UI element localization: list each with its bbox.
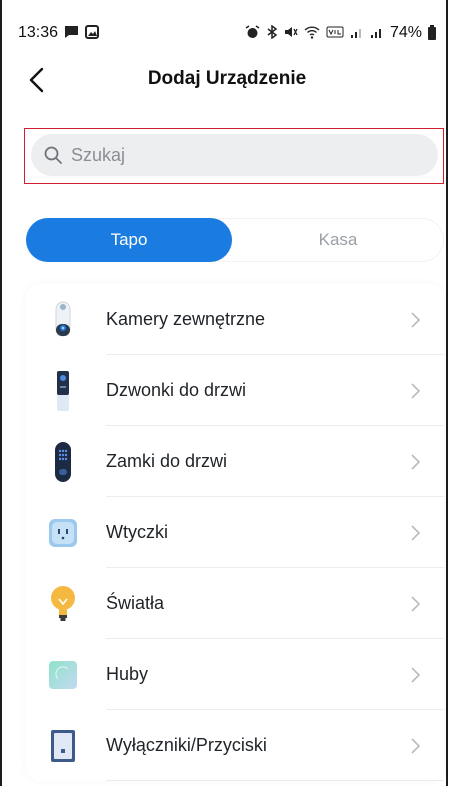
category-label: Wyłączniki/Przyciski bbox=[106, 735, 267, 755]
category-item-kamery[interactable]: Kamery zewnętrzne bbox=[26, 284, 444, 355]
light-bulb-icon bbox=[48, 584, 78, 624]
switch-icon bbox=[48, 726, 78, 766]
brand-tabs: Tapo Kasa bbox=[26, 218, 444, 262]
battery-percent: 74% bbox=[389, 24, 422, 41]
search-bar[interactable] bbox=[31, 134, 438, 176]
category-item-wtyczki[interactable]: Wtyczki bbox=[26, 497, 444, 568]
category-item-zamki[interactable]: Zamki do drzwi bbox=[26, 426, 444, 497]
outdoor-camera-icon bbox=[48, 300, 78, 340]
chevron-right-icon bbox=[411, 453, 421, 470]
search-icon bbox=[44, 146, 62, 164]
chevron-right-icon bbox=[411, 382, 421, 399]
battery-icon bbox=[428, 24, 436, 40]
chevron-right-icon bbox=[411, 666, 421, 683]
chevron-right-icon bbox=[411, 311, 421, 328]
doorbell-icon bbox=[48, 370, 78, 411]
category-label: Kamery zewnętrzne bbox=[106, 309, 266, 329]
chevron-right-icon bbox=[411, 524, 421, 541]
category-label: Wtyczki bbox=[106, 522, 168, 542]
gallery-notification-icon bbox=[85, 24, 100, 42]
category-list: Kamery zewnętrzne Dzwonki do drzwi Zamki… bbox=[26, 284, 444, 781]
tab-tapo[interactable]: Tapo bbox=[26, 218, 232, 262]
tab-kasa[interactable]: Kasa bbox=[232, 218, 444, 262]
search-input[interactable] bbox=[71, 144, 411, 166]
status-left: 13:36 bbox=[18, 24, 100, 42]
status-right: 74% bbox=[245, 24, 436, 42]
app-header: Dodaj Urządzenie bbox=[0, 58, 454, 102]
hub-icon bbox=[48, 655, 78, 695]
signal-1-icon bbox=[350, 25, 364, 42]
wifi-icon bbox=[304, 25, 320, 42]
search-highlight-frame bbox=[24, 128, 444, 184]
category-label: Huby bbox=[106, 664, 149, 684]
category-item-dzwonki[interactable]: Dzwonki do drzwi bbox=[26, 355, 444, 426]
page-title: Dodaj Urządzenie bbox=[147, 68, 307, 89]
door-lock-icon bbox=[48, 441, 78, 482]
row-divider bbox=[106, 780, 444, 781]
chat-notification-icon bbox=[64, 25, 79, 42]
category-item-swiatla[interactable]: Światła bbox=[26, 568, 444, 639]
smart-plug-icon bbox=[48, 513, 78, 553]
category-item-wylaczniki[interactable]: Wyłączniki/Przyciski bbox=[26, 710, 444, 781]
bluetooth-icon bbox=[266, 24, 278, 42]
status-time: 13:36 bbox=[18, 24, 59, 41]
chevron-right-icon bbox=[411, 595, 421, 612]
category-label: Światła bbox=[106, 593, 165, 613]
alarm-icon bbox=[245, 24, 260, 42]
frame-left-edge bbox=[0, 0, 2, 786]
mute-icon bbox=[284, 25, 298, 42]
category-label: Zamki do drzwi bbox=[106, 451, 228, 471]
category-item-huby[interactable]: Huby bbox=[26, 639, 444, 710]
chevron-right-icon bbox=[411, 737, 421, 754]
status-bar: 13:36 74% bbox=[18, 22, 436, 44]
frame-right-edge bbox=[446, 0, 448, 786]
signal-2-icon bbox=[370, 25, 384, 42]
volte-icon bbox=[326, 25, 344, 42]
category-label: Dzwonki do drzwi bbox=[106, 380, 247, 400]
